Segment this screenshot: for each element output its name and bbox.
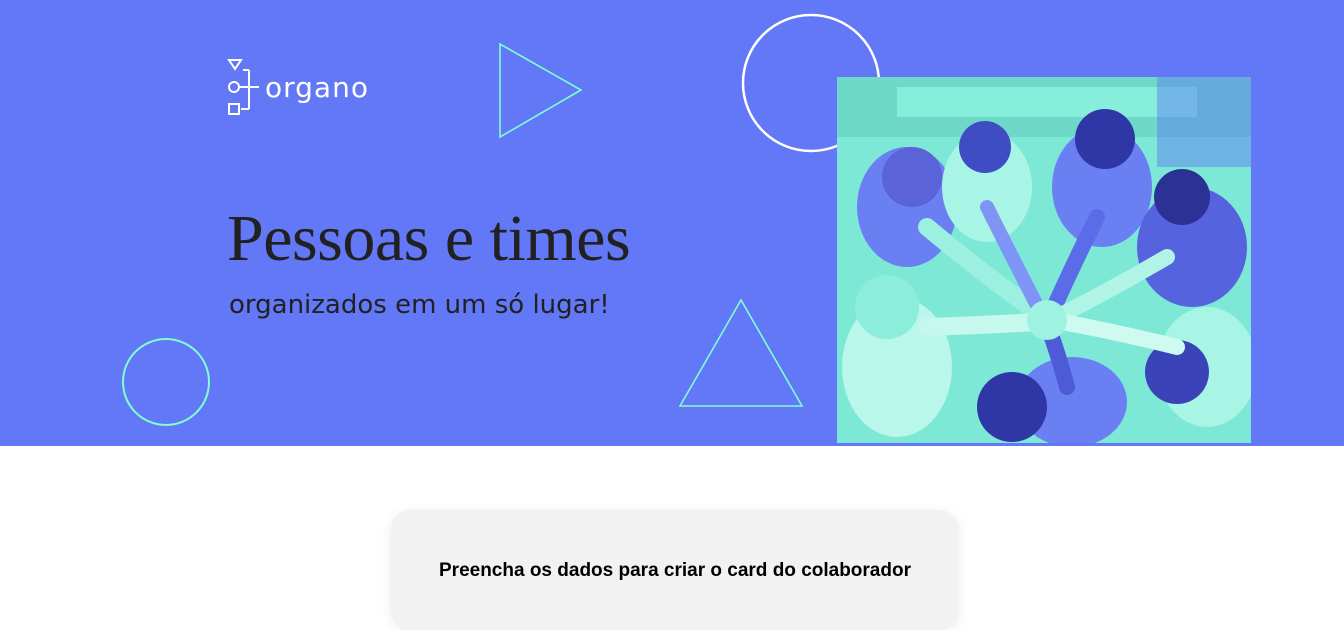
collaborator-form-card: Preencha os dados para criar o card do c… bbox=[391, 510, 959, 630]
page-headline: Pessoas e times bbox=[227, 202, 631, 275]
logo-text: organo bbox=[265, 70, 369, 104]
banner: organo Pessoas e times organizados em um… bbox=[0, 0, 1344, 446]
circle-outline-left-deco bbox=[122, 338, 210, 426]
organo-org-chart-icon bbox=[227, 59, 259, 115]
form-title: Preencha os dados para criar o card do c… bbox=[439, 560, 911, 581]
page-subheadline: organizados em um só lugar! bbox=[229, 290, 610, 320]
triangle-outline-bottom-deco bbox=[678, 298, 804, 407]
organo-logo[interactable]: organo bbox=[227, 58, 369, 118]
triangle-outline-top-deco bbox=[499, 42, 583, 139]
team-hands-photo bbox=[837, 77, 1251, 443]
